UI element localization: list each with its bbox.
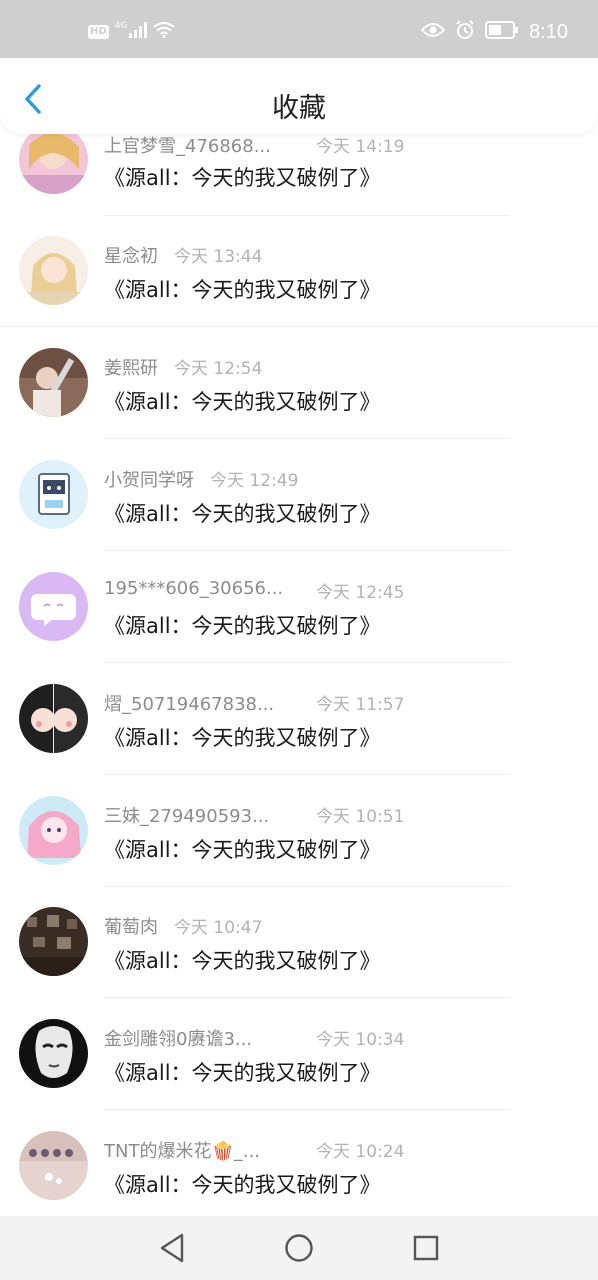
alarm-icon xyxy=(455,20,475,44)
message-text: 《源all：今天的我又破例了》 xyxy=(104,726,381,750)
username: 上官梦雪_476868... xyxy=(104,136,271,157)
timestamp: 今天 12:45 xyxy=(316,583,405,603)
avatar[interactable] xyxy=(19,907,88,976)
avatar[interactable] xyxy=(19,1019,88,1088)
timestamp: 今天 10:47 xyxy=(174,918,263,938)
list-item[interactable]: 葡萄肉 今天 10:47 《源all：今天的我又破例了》 xyxy=(0,907,598,1025)
nav-recents-button[interactable] xyxy=(410,1232,442,1264)
nav-home-button[interactable] xyxy=(283,1232,315,1264)
network-label: 4G xyxy=(114,21,128,31)
avatar[interactable] xyxy=(19,460,88,529)
message-text: 《源all：今天的我又破例了》 xyxy=(104,278,381,302)
list-item[interactable]: 熠_50719467838... 今天 11:57 《源all：今天的我又破例了… xyxy=(0,684,598,802)
message-text: 《源all：今天的我又破例了》 xyxy=(104,614,381,638)
avatar[interactable] xyxy=(19,796,88,865)
nav-back-button[interactable] xyxy=(156,1232,188,1264)
avatar[interactable] xyxy=(19,125,88,194)
list-item[interactable]: 姜熙研 今天 12:54 《源all：今天的我又破例了》 xyxy=(0,348,598,466)
wifi-icon xyxy=(153,22,175,42)
list-item[interactable]: 上官梦雪_476868... 今天 14:19 《源all：今天的我又破例了》 xyxy=(0,125,598,244)
username: 葡萄肉 xyxy=(104,917,158,938)
message-text: 《源all：今天的我又破例了》 xyxy=(104,1173,381,1197)
back-triangle-icon xyxy=(160,1233,184,1263)
divider xyxy=(104,774,510,775)
divider xyxy=(0,326,598,327)
favorites-list[interactable]: 上官梦雪_476868... 今天 14:19 《源all：今天的我又破例了》 … xyxy=(0,0,598,1216)
list-item[interactable]: 星念初 今天 13:44 《源all：今天的我又破例了》 xyxy=(0,236,598,354)
message-text: 《源all：今天的我又破例了》 xyxy=(104,166,381,190)
avatar[interactable] xyxy=(19,236,88,305)
username: 金剑雕翎0赓谵3... xyxy=(104,1029,253,1050)
avatar[interactable] xyxy=(19,572,88,641)
clock: 8:10 xyxy=(529,20,568,43)
divider xyxy=(104,1109,510,1110)
page-title: 收藏 xyxy=(272,93,326,124)
status-bar: HD 4G 8:10 xyxy=(0,0,598,60)
home-circle-icon xyxy=(285,1234,313,1262)
divider xyxy=(104,662,510,663)
list-item[interactable]: TNT的爆米花🍿_... 今天 10:24 《源all：今天的我又破例了》 xyxy=(0,1131,598,1216)
message-text: 《源all：今天的我又破例了》 xyxy=(104,390,381,414)
battery-icon xyxy=(485,21,519,43)
message-text: 《源all：今天的我又破例了》 xyxy=(104,502,381,526)
timestamp: 今天 10:34 xyxy=(316,1030,405,1050)
username: 三妹_279490593... xyxy=(104,806,270,827)
divider xyxy=(104,438,510,439)
timestamp: 今天 12:49 xyxy=(210,471,299,491)
divider xyxy=(104,215,510,216)
username: 姜熙研 xyxy=(104,358,158,379)
list-item[interactable]: 金剑雕翎0赓谵3... 今天 10:34 《源all：今天的我又破例了》 xyxy=(0,1019,598,1137)
divider xyxy=(104,997,510,998)
list-item[interactable]: 三妹_279490593... 今天 10:51 《源all：今天的我又破例了》 xyxy=(0,796,598,914)
avatar[interactable] xyxy=(19,1131,88,1200)
list-item[interactable]: 小贺同学呀 今天 12:49 《源all：今天的我又破例了》 xyxy=(0,460,598,578)
divider xyxy=(104,886,510,887)
timestamp: 今天 14:19 xyxy=(316,137,405,157)
username: 星念初 xyxy=(104,246,158,267)
header: 收藏 xyxy=(0,58,598,134)
timestamp: 今天 12:54 xyxy=(174,359,263,379)
username: 小贺同学呀 xyxy=(104,470,194,491)
timestamp: 今天 11:57 xyxy=(316,695,405,715)
signal-icon xyxy=(129,22,148,42)
timestamp: 今天 10:24 xyxy=(316,1142,405,1162)
timestamp: 今天 10:51 xyxy=(316,807,405,827)
divider xyxy=(104,550,510,551)
avatar[interactable] xyxy=(19,684,88,753)
hd-badge: HD xyxy=(88,25,109,39)
timestamp: 今天 13:44 xyxy=(174,247,263,267)
avatar[interactable] xyxy=(19,348,88,417)
eye-icon xyxy=(420,22,446,42)
message-text: 《源all：今天的我又破例了》 xyxy=(104,949,381,973)
username: 熠_50719467838... xyxy=(104,694,275,715)
list-item[interactable]: 195***606_30656... 今天 12:45 《源all：今天的我又破… xyxy=(0,572,598,690)
screen: 上官梦雪_476868... 今天 14:19 《源all：今天的我又破例了》 … xyxy=(0,0,598,1280)
username: 195***606_30656... xyxy=(104,578,284,599)
message-text: 《源all：今天的我又破例了》 xyxy=(104,838,381,862)
system-nav-bar xyxy=(0,1216,598,1280)
username: TNT的爆米花🍿_... xyxy=(104,1141,261,1162)
recents-square-icon xyxy=(413,1235,439,1261)
message-text: 《源all：今天的我又破例了》 xyxy=(104,1061,381,1085)
